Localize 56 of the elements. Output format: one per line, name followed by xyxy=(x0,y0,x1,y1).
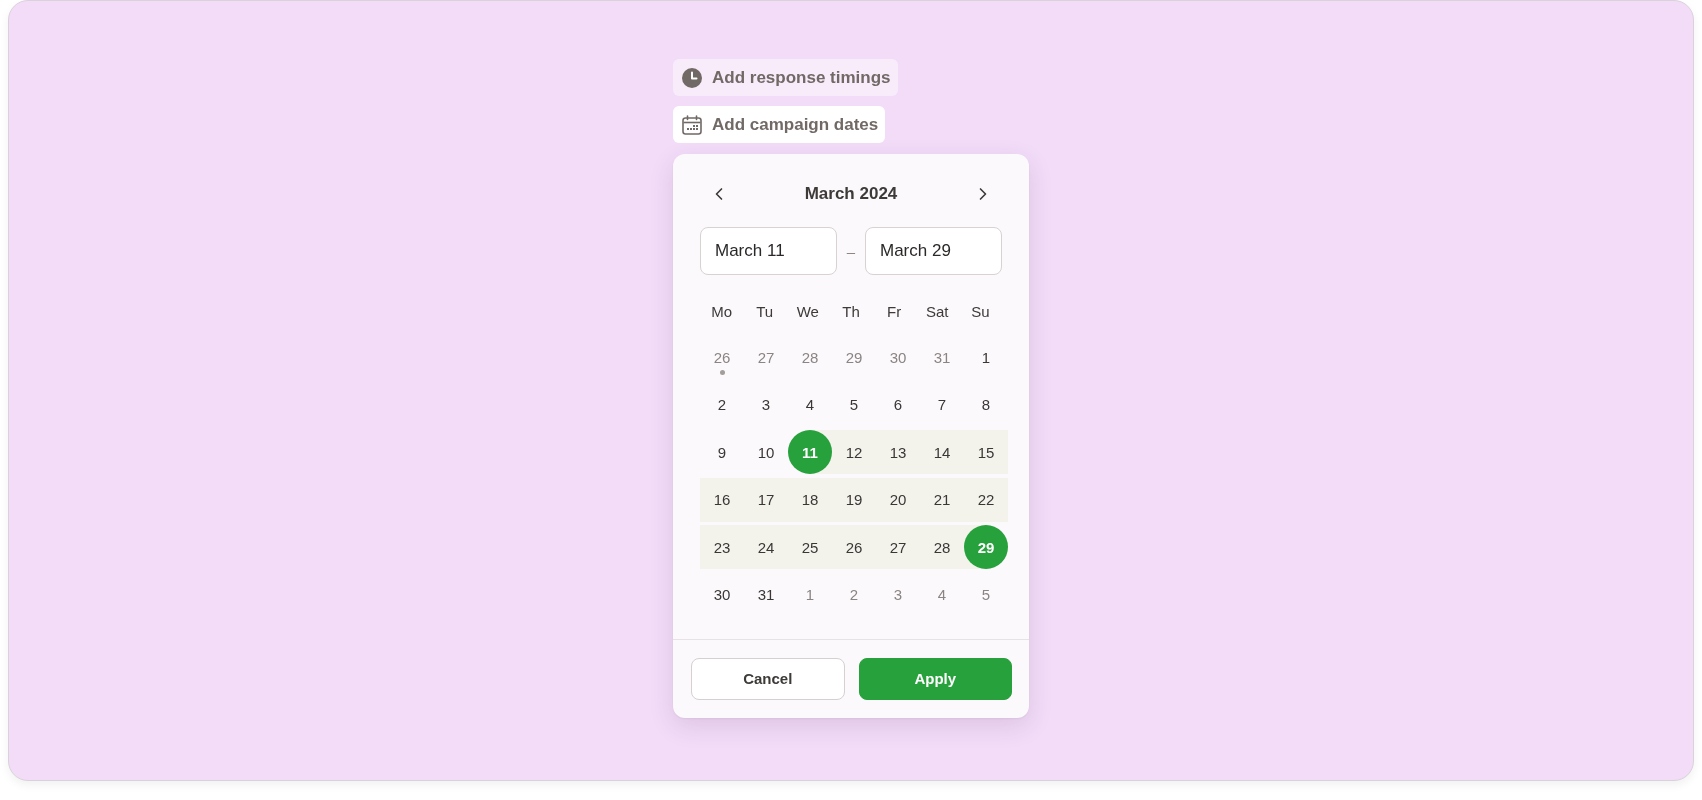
calendar-day[interactable]: 2 xyxy=(700,382,744,427)
calendar-day[interactable]: 17 xyxy=(744,477,788,522)
calendar-day[interactable]: 2 xyxy=(832,572,876,617)
end-date-field[interactable]: March 29 xyxy=(865,227,1002,275)
calendar-day[interactable]: 14 xyxy=(920,430,964,475)
calendar-day[interactable]: 5 xyxy=(964,572,1008,617)
calendar-day[interactable]: 6 xyxy=(876,382,920,427)
calendar-day[interactable]: 10 xyxy=(744,430,788,475)
calendar-day[interactable]: 20 xyxy=(876,477,920,522)
calendar-day[interactable]: 26 xyxy=(832,525,876,570)
month-title: March 2024 xyxy=(804,184,898,204)
calendar-day[interactable]: 27 xyxy=(876,525,920,570)
calendar-day[interactable]: 4 xyxy=(788,382,832,427)
calendar-day[interactable]: 31 xyxy=(920,335,964,379)
calendar-day[interactable]: 3 xyxy=(876,572,920,617)
calendar-day[interactable]: 31 xyxy=(744,572,788,617)
cancel-button[interactable]: Cancel xyxy=(691,657,845,700)
calendar-day[interactable]: 8 xyxy=(964,382,1008,427)
calendar-day[interactable]: 7 xyxy=(920,382,964,427)
calendar-day[interactable]: 26 xyxy=(700,335,744,379)
calendar-day[interactable]: 21 xyxy=(920,477,964,522)
calendar-day[interactable]: 30 xyxy=(700,572,744,617)
calendar-day[interactable]: 28 xyxy=(920,525,964,570)
calendar-day[interactable]: 22 xyxy=(964,477,1008,522)
weekday-label: Su xyxy=(971,302,990,320)
calendar-day[interactable]: 24 xyxy=(744,525,788,570)
calendar-day[interactable]: 4 xyxy=(920,572,964,617)
range-separator: – xyxy=(846,242,856,260)
weekday-label: Th xyxy=(842,302,860,320)
calendar-day[interactable]: 29 xyxy=(832,335,876,379)
add-option-button[interactable]: Add response timings xyxy=(673,59,898,96)
calendar-day[interactable]: 23 xyxy=(700,525,744,570)
calendar-day[interactable]: 16 xyxy=(700,477,744,522)
weekday-label: Mo xyxy=(711,302,732,320)
calendar-day[interactable]: 15 xyxy=(964,430,1008,475)
clock-icon xyxy=(682,67,702,88)
add-option-button[interactable]: Add campaign dates xyxy=(673,106,886,143)
calendar-day[interactable]: 18 xyxy=(788,477,832,522)
calendar-day[interactable]: 19 xyxy=(832,477,876,522)
weekday-label: Tu xyxy=(756,302,774,320)
calendar-day[interactable]: 9 xyxy=(700,430,744,475)
calendar-day[interactable]: 30 xyxy=(876,335,920,379)
calendar-icon xyxy=(682,114,702,135)
calendar-day[interactable]: 3 xyxy=(744,382,788,427)
calendar-day[interactable]: 28 xyxy=(788,335,832,379)
calendar-day[interactable]: 27 xyxy=(744,335,788,379)
weekday-label: Fr xyxy=(887,302,902,320)
weekday-label: We xyxy=(796,302,819,320)
calendar-day[interactable]: 1 xyxy=(964,335,1008,379)
calendar-day[interactable]: 13 xyxy=(876,430,920,475)
calendar-day[interactable]: 12 xyxy=(832,430,876,475)
calendar-day[interactable]: 1 xyxy=(788,572,832,617)
calendar-day[interactable]: 25 xyxy=(788,525,832,570)
calendar-day[interactable]: 5 xyxy=(832,382,876,427)
start-date-field[interactable]: March 11 xyxy=(700,227,837,275)
weekday-label: Sat xyxy=(926,302,949,320)
